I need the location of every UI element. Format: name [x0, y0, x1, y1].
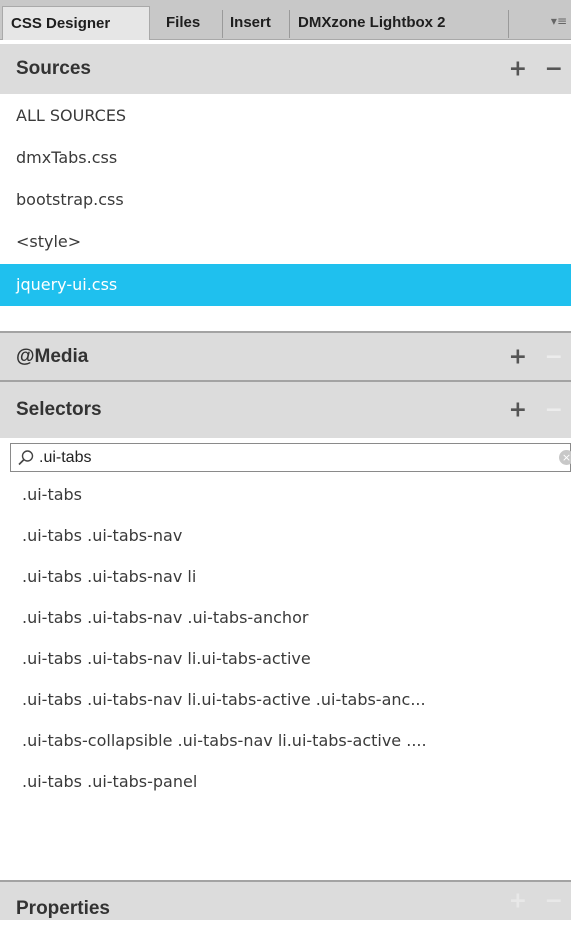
selector-item[interactable]: .ui-tabs: [0, 476, 571, 514]
selector-search-input[interactable]: [39, 447, 539, 468]
remove-source-icon[interactable]: −: [545, 57, 563, 82]
tab-css-designer[interactable]: CSS Designer: [2, 6, 150, 40]
media-title: @Media: [16, 345, 89, 367]
properties-header: Properties + −: [0, 882, 571, 920]
selector-label: .ui-tabs .ui-tabs-panel: [22, 772, 198, 791]
remove-property-icon[interactable]: −: [545, 889, 563, 914]
tab-files[interactable]: Files: [162, 6, 224, 40]
properties-title: Properties: [16, 898, 110, 919]
source-dmxtabs[interactable]: dmxTabs.css: [0, 138, 571, 178]
selector-label: .ui-tabs-collapsible .ui-tabs-nav li.ui-…: [22, 731, 427, 750]
source-label: bootstrap.css: [16, 190, 124, 209]
selector-label: .ui-tabs .ui-tabs-nav: [22, 526, 183, 545]
remove-media-icon[interactable]: −: [545, 344, 563, 369]
source-all-sources[interactable]: ALL SOURCES: [0, 96, 571, 136]
selectors-header: Selectors + −: [0, 382, 571, 438]
source-style[interactable]: <style>: [0, 222, 571, 262]
tab-divider: [508, 10, 509, 38]
sources-header: Sources + −: [0, 44, 571, 94]
selector-label: .ui-tabs: [22, 485, 83, 504]
selector-item[interactable]: .ui-tabs .ui-tabs-nav li.ui-tabs-active: [0, 640, 571, 678]
panel-tab-bar: CSS Designer Files Insert DMXzone Lightb…: [0, 0, 571, 40]
selectors-title: Selectors: [16, 399, 102, 420]
sources-title: Sources: [16, 58, 91, 79]
media-header: @Media + −: [0, 333, 571, 380]
search-icon: [18, 450, 34, 466]
selector-item[interactable]: .ui-tabs .ui-tabs-nav li: [0, 558, 571, 596]
selector-item[interactable]: .ui-tabs-collapsible .ui-tabs-nav li.ui-…: [0, 722, 571, 760]
source-label: <style>: [16, 232, 82, 251]
selector-item[interactable]: .ui-tabs .ui-tabs-nav .ui-tabs-anchor: [0, 599, 571, 637]
selector-item[interactable]: .ui-tabs .ui-tabs-nav li.ui-tabs-active …: [0, 681, 571, 719]
add-selector-icon[interactable]: +: [509, 398, 527, 423]
css-designer-panel: CSS Designer Files Insert DMXzone Lightb…: [0, 0, 571, 920]
selector-label: .ui-tabs .ui-tabs-nav .ui-tabs-anchor: [22, 608, 309, 627]
selector-label: .ui-tabs .ui-tabs-nav li.ui-tabs-active …: [22, 690, 426, 709]
tab-dmxzone-lightbox[interactable]: DMXzone Lightbox 2: [290, 6, 508, 40]
source-label: dmxTabs.css: [16, 148, 118, 167]
remove-selector-icon[interactable]: −: [545, 398, 563, 423]
selector-label: .ui-tabs .ui-tabs-nav li: [22, 567, 197, 586]
tab-label: Files: [166, 14, 201, 31]
selector-search-box[interactable]: ×: [10, 443, 571, 472]
tab-divider: [222, 10, 223, 38]
tab-label: CSS Designer: [11, 15, 111, 32]
clear-search-icon[interactable]: ×: [559, 450, 571, 465]
selector-item[interactable]: .ui-tabs .ui-tabs-panel: [0, 763, 571, 801]
add-media-icon[interactable]: +: [509, 344, 527, 369]
selector-label: .ui-tabs .ui-tabs-nav li.ui-tabs-active: [22, 649, 311, 668]
source-label: ALL SOURCES: [16, 106, 127, 125]
tab-insert[interactable]: Insert: [224, 6, 288, 40]
source-bootstrap[interactable]: bootstrap.css: [0, 180, 571, 220]
tab-label: Insert: [230, 14, 271, 31]
source-label: jquery-ui.css: [16, 275, 118, 294]
selector-item[interactable]: .ui-tabs .ui-tabs-nav: [0, 517, 571, 555]
tab-label: DMXzone Lightbox 2: [298, 14, 446, 31]
source-jquery-ui[interactable]: jquery-ui.css: [0, 264, 571, 306]
add-property-icon[interactable]: +: [509, 889, 527, 914]
add-source-icon[interactable]: +: [509, 57, 527, 82]
panel-menu-icon[interactable]: ▾≡: [551, 14, 567, 28]
